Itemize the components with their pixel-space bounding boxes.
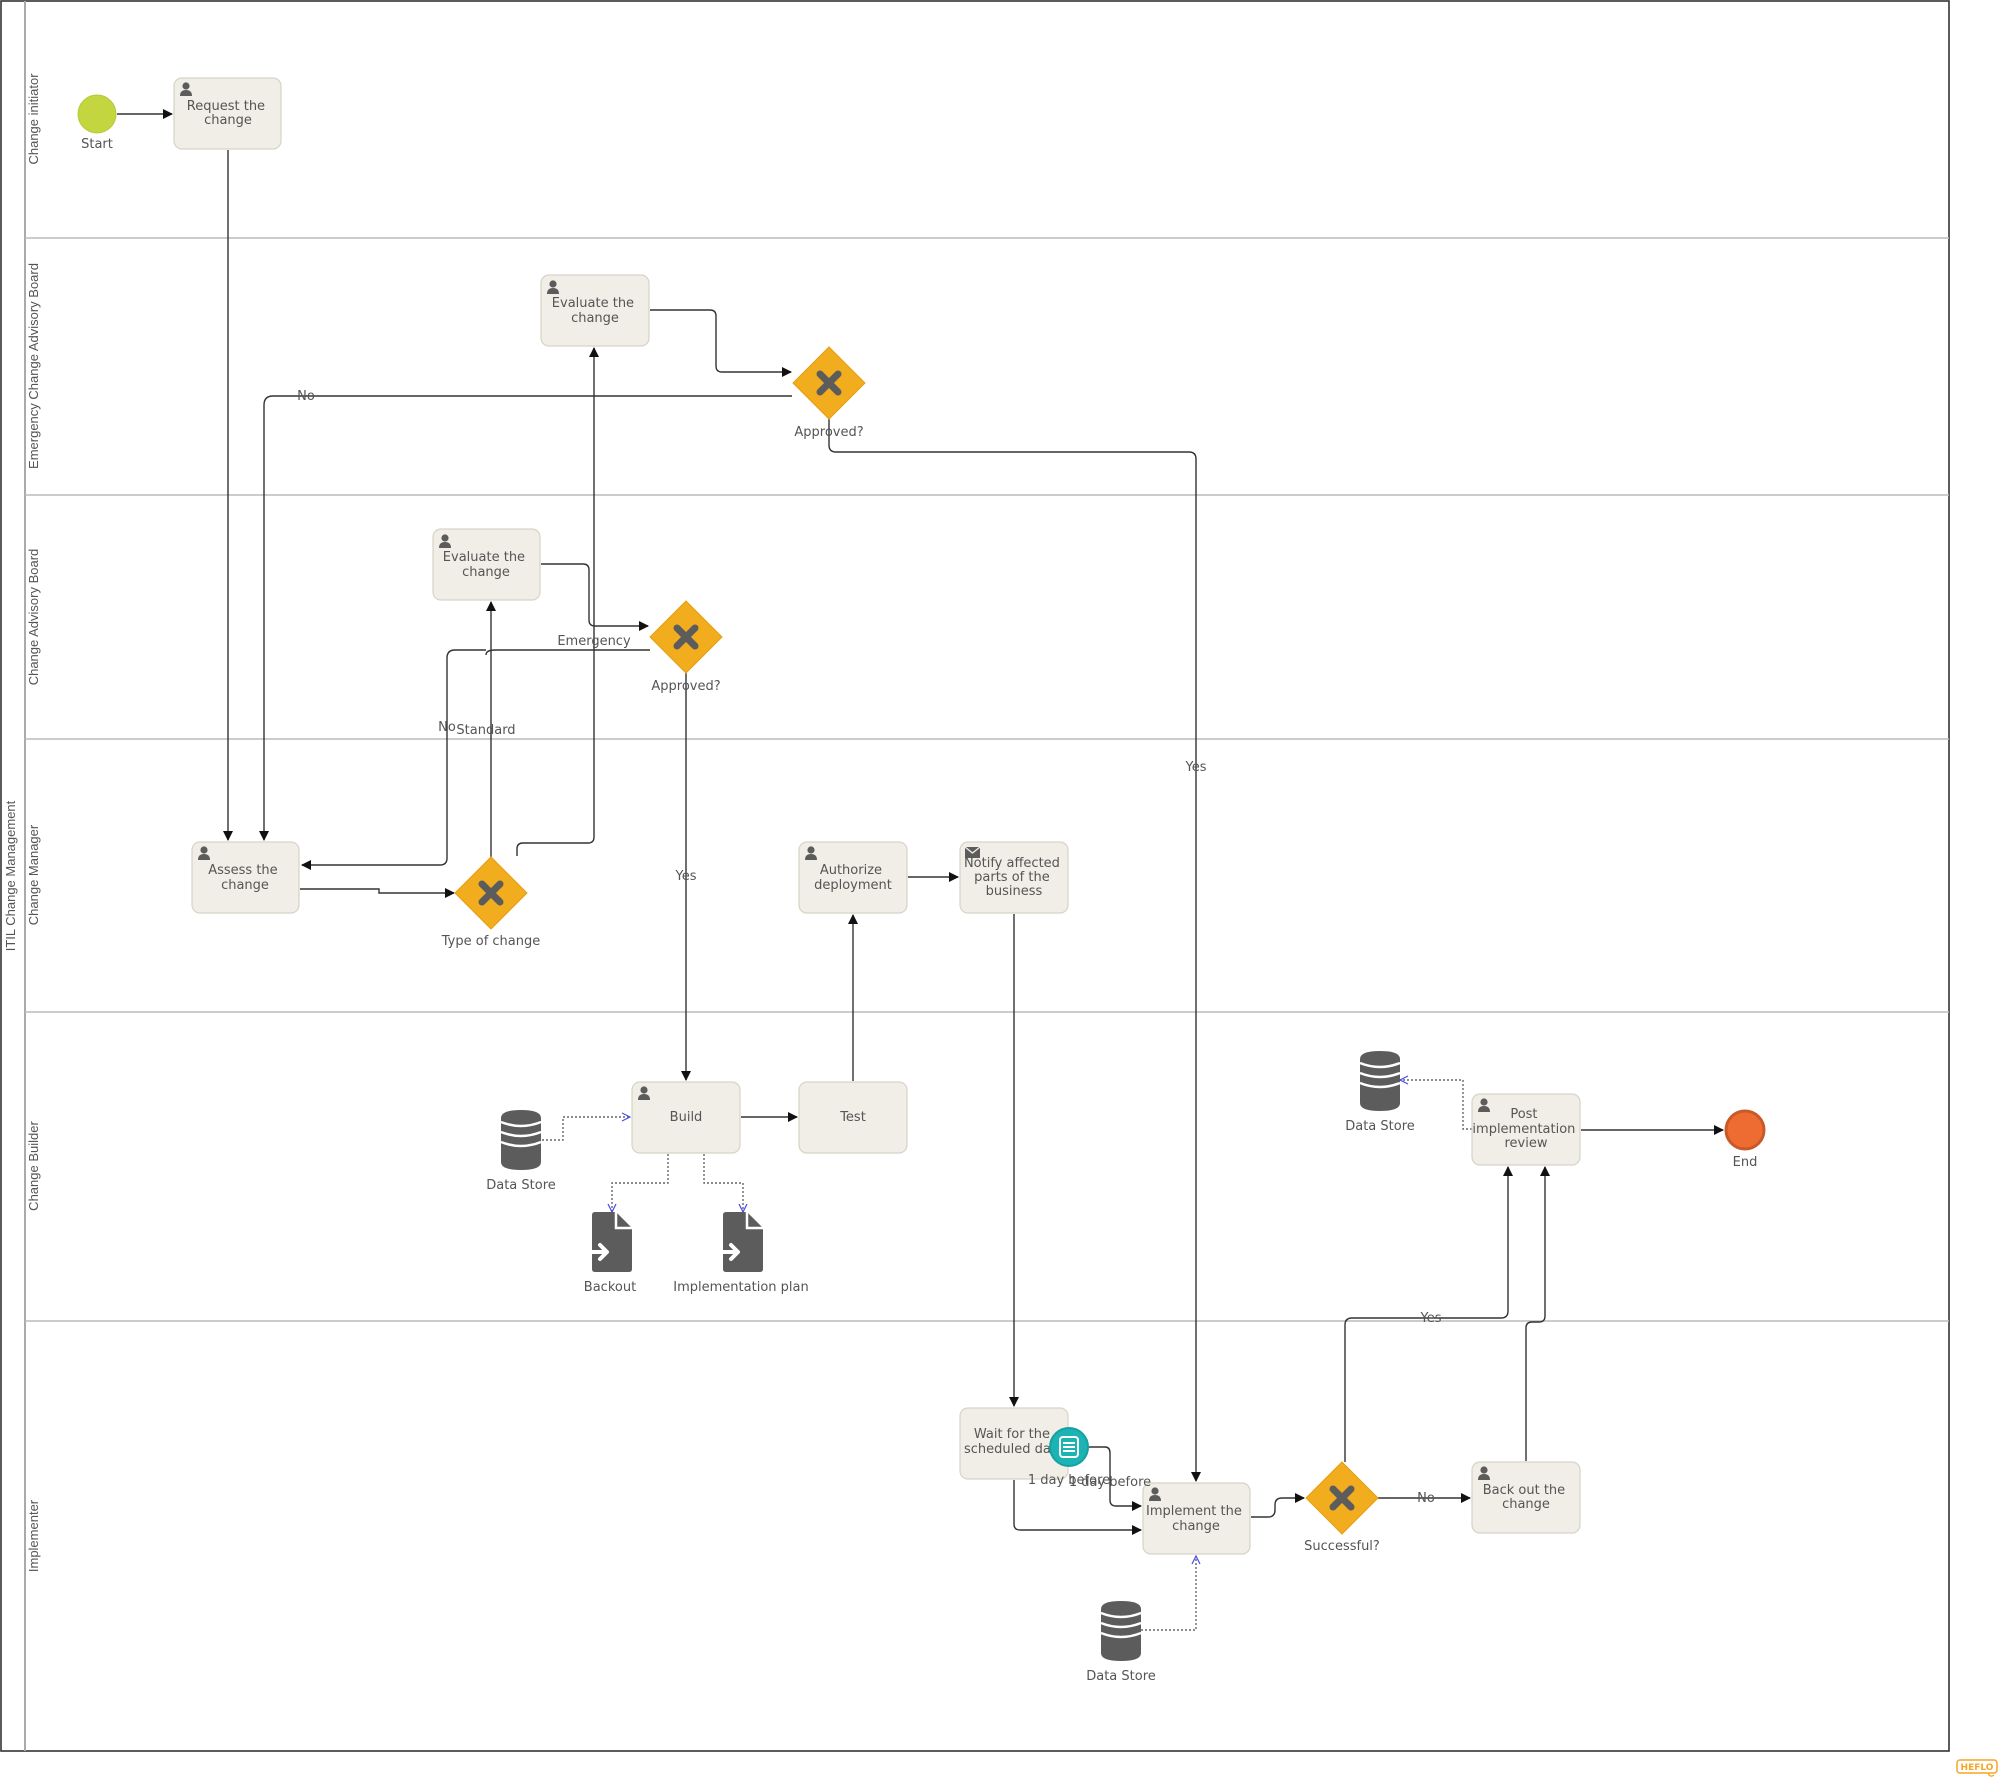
database-icon — [499, 1108, 543, 1172]
gateway-label: Approved? — [651, 679, 720, 694]
task-label-line: Assess the — [208, 863, 277, 878]
flow-label-emergency: Emergency — [557, 634, 631, 649]
gateway-label: Successful? — [1304, 1539, 1380, 1554]
task-back-out-the-change[interactable]: Back out the change — [1471, 1461, 1581, 1534]
task-label-line: change — [204, 113, 252, 128]
flow-label-cab-yes: Yes — [675, 869, 697, 884]
lane-label-cab: Change Advisory Board — [26, 549, 41, 686]
database-icon — [1358, 1049, 1402, 1113]
task-authorize-deployment[interactable]: Authorize deployment — [798, 841, 908, 914]
task-label-line: Wait for the — [974, 1427, 1050, 1442]
task-label-line: review — [1505, 1136, 1548, 1151]
flow-label-cab-no: No — [438, 720, 456, 735]
task-cab-evaluate-the-change[interactable]: Evaluate the change — [432, 528, 541, 601]
flow-label-standard: Standard — [456, 723, 515, 738]
database-icon — [1099, 1599, 1143, 1663]
timer-flow-label: 1 day before — [1069, 1475, 1151, 1490]
bpmn-diagram: ITIL Change Management Change initiator … — [0, 0, 1998, 1777]
task-label-line: Post — [1510, 1107, 1537, 1122]
heflo-logo: HEFLO — [1956, 1759, 1998, 1777]
svg-text:Wait for the scheduled d: Wait for the scheduled date — [964, 1427, 1064, 1457]
heflo-logo-text: HEFLO — [1961, 1763, 1994, 1773]
start-event[interactable]: Start — [77, 94, 117, 152]
data-object-label: Backout — [584, 1280, 636, 1295]
svg-text:Authorize deployment: Authorize deployment — [814, 863, 892, 893]
task-label-line: change — [1502, 1497, 1550, 1512]
lane-label-change-builder: Change Builder — [26, 1121, 41, 1211]
gateway-label: Approved? — [794, 425, 863, 440]
task-label-line: parts of the — [974, 870, 1050, 885]
task-label-line: Back out the — [1483, 1483, 1565, 1498]
task-test[interactable]: Test — [798, 1081, 908, 1154]
flow-label-ecab-yes: Yes — [1185, 760, 1207, 775]
data-store-label: Data Store — [1086, 1669, 1156, 1684]
lane-label-change-initiator: Change initiator — [26, 73, 41, 165]
task-label-line: Evaluate the — [552, 296, 634, 311]
task-label-line: change — [571, 311, 619, 326]
task-notify-affected-parts[interactable]: Notify affected parts of the business — [959, 841, 1069, 914]
task-build[interactable]: Build — [631, 1081, 741, 1154]
task-label-line: Implement the — [1146, 1504, 1242, 1519]
task-ecab-evaluate-the-change[interactable]: Evaluate the change — [540, 274, 650, 347]
task-label-line: Build — [670, 1110, 703, 1125]
task-label-line: Authorize — [820, 863, 882, 878]
data-object-label: Implementation plan — [673, 1280, 808, 1295]
task-label-line: change — [221, 878, 269, 893]
task-assess-the-change[interactable]: Assess the change — [191, 841, 300, 914]
end-label: End — [1733, 1155, 1758, 1170]
task-label-line: change — [1172, 1519, 1220, 1534]
pool-title: ITIL Change Management — [3, 800, 18, 951]
task-implement-the-change[interactable]: Implement the change — [1142, 1482, 1251, 1555]
data-store-label: Data Store — [1345, 1119, 1415, 1134]
task-request-the-change[interactable]: Request the change — [173, 77, 282, 150]
flow-label-success-yes: Yes — [1420, 1311, 1442, 1326]
task-label-line: Test — [839, 1110, 866, 1125]
task-label-line: Request the — [187, 99, 265, 114]
task-label-line: scheduled date — [964, 1442, 1064, 1457]
task-label-line: implementation — [1472, 1122, 1575, 1137]
task-label-line: business — [986, 884, 1043, 899]
flow-label-success-no: No — [1417, 1491, 1435, 1506]
task-label-line: Evaluate the — [443, 550, 525, 565]
lane-label-ecab: Emergency Change Advisory Board — [26, 263, 41, 469]
lane-label-implementer: Implementer — [26, 1499, 41, 1572]
data-store-label: Data Store — [486, 1178, 556, 1193]
start-label: Start — [81, 137, 113, 152]
task-label-line: Notify affected — [964, 856, 1060, 871]
flow-label-ecab-no: No — [297, 389, 315, 404]
task-label-line: deployment — [814, 878, 892, 893]
gateway-label: Type of change — [441, 934, 541, 949]
task-label-line: change — [462, 565, 510, 580]
lane-label-change-manager: Change Manager — [26, 824, 41, 925]
task-post-implementation-review[interactable]: Post implementation review — [1471, 1093, 1581, 1166]
